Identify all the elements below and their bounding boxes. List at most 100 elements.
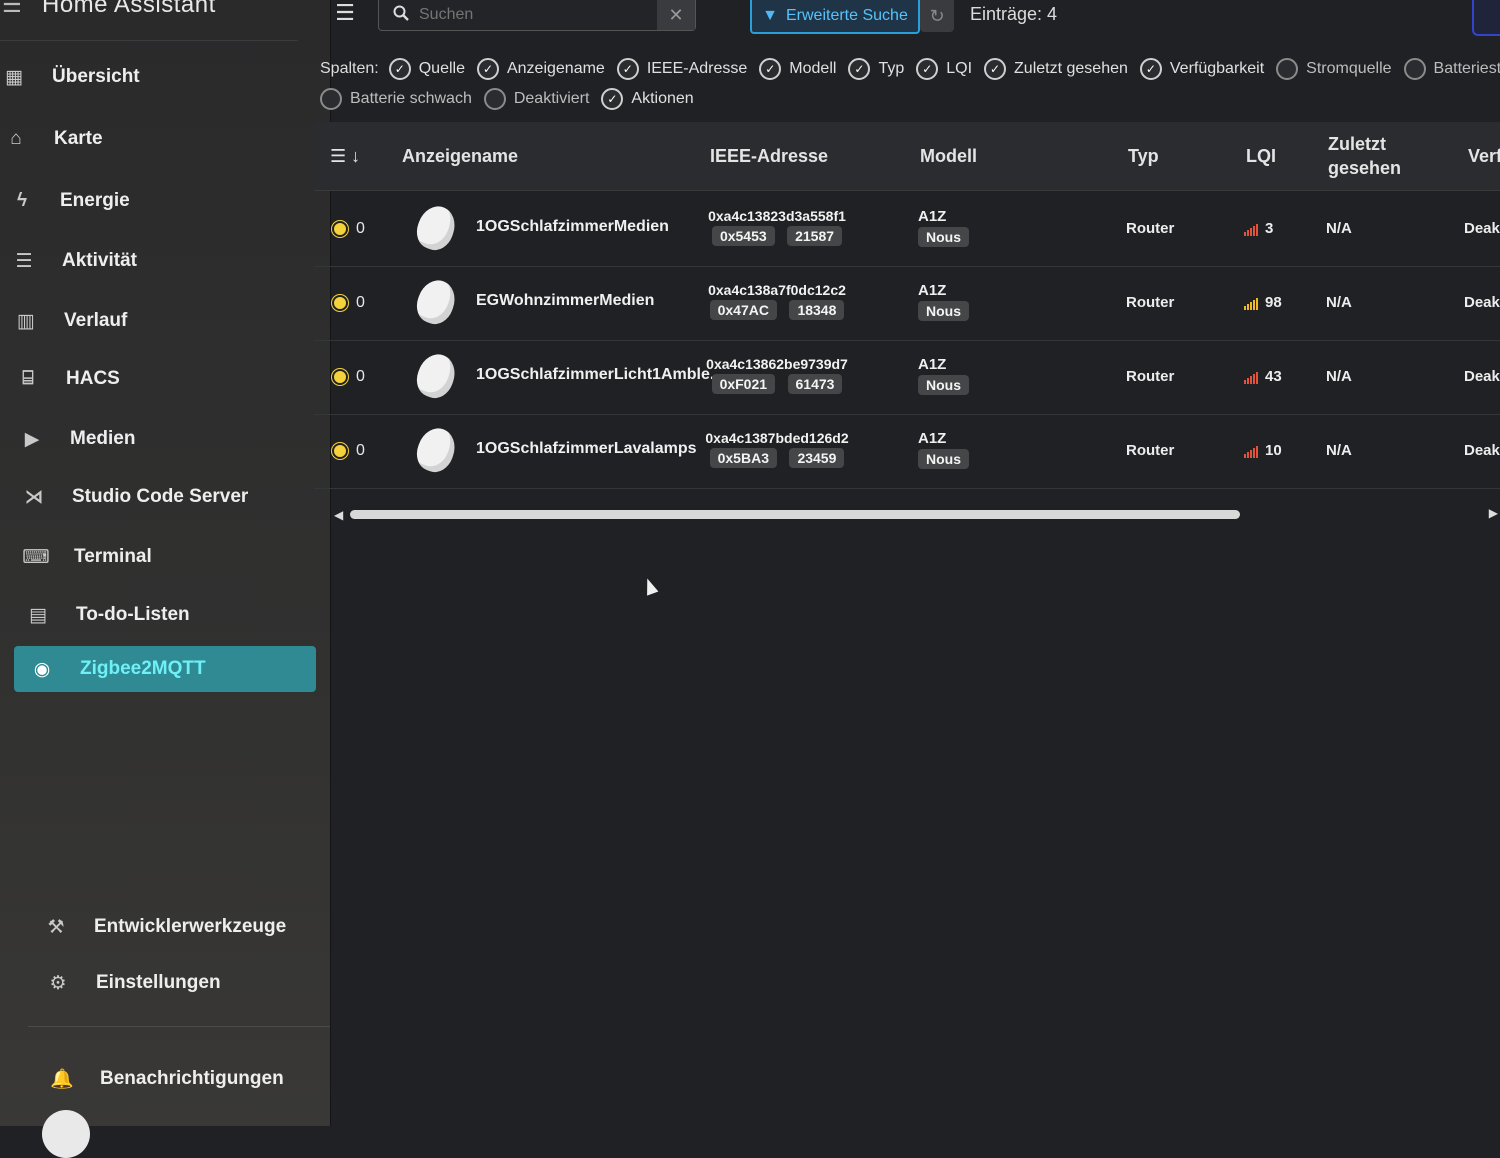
checked-icon[interactable]: ✓	[1139, 58, 1162, 80]
horizontal-scrollbar[interactable]: ◀ ▶	[334, 506, 1500, 526]
column-filter-row: Batterie schwach Deaktiviert ✓ Aktionen	[320, 88, 706, 110]
model-name[interactable]: A1Z	[918, 430, 946, 447]
checked-icon[interactable]: ✓	[476, 58, 499, 80]
column-option[interactable]: Stromquelle	[1276, 58, 1392, 80]
ieee-address: 0xa4c13862be9739d7	[706, 356, 848, 372]
menu-icon[interactable]: ☰	[2, 0, 22, 18]
unchecked-icon[interactable]	[483, 88, 506, 110]
scrollbar-thumb[interactable]	[350, 510, 1240, 519]
checked-icon[interactable]: ✓	[616, 58, 639, 80]
device-name-cell[interactable]: 1OGSchlafzimmerLavalamps	[476, 440, 697, 458]
device-name[interactable]: 1OGSchlafzimmerLicht1Amble...	[476, 366, 723, 384]
sidebar-item-benachrichtigungen[interactable]: 🔔 Benachrichtigungen	[48, 1056, 284, 1102]
header-lqi[interactable]: LQI	[1246, 122, 1276, 190]
signal-bar	[1244, 305, 1246, 310]
device-name-cell[interactable]: 1OGSchlafzimmerLicht1Amble...	[476, 366, 723, 384]
model-name[interactable]: A1Z	[918, 356, 946, 373]
clear-search-icon[interactable]: ✕	[657, 0, 695, 30]
column-option[interactable]: ✓ Aktionen	[601, 88, 694, 110]
device-name-cell[interactable]: 1OGSchlafzimmerMedien	[476, 218, 696, 236]
column-option[interactable]: Batterie schwach	[320, 88, 472, 110]
sidebar-item-terminal[interactable]: ⌨ Terminal	[22, 534, 152, 580]
table-row[interactable]: 0 1OGSchlafzimmerLicht1Amble... 0xa4c138…	[314, 340, 1500, 415]
model-name[interactable]: A1Z	[918, 282, 946, 299]
sidebar-item-label: HACS	[66, 368, 120, 389]
checked-icon[interactable]: ✓	[984, 58, 1007, 80]
last-seen-value: N/A	[1326, 294, 1352, 311]
reset-filter-icon[interactable]: ↻	[920, 0, 954, 32]
checked-icon[interactable]: ✓	[388, 58, 411, 80]
checked-icon[interactable]: ✓	[848, 58, 871, 80]
table-row[interactable]: 0 1OGSchlafzimmerLavalamps 0xa4c1387bded…	[314, 414, 1500, 489]
sidebar: ☰ Home Assistant ▦ Übersicht ⌂ Karte ϟ Energi…	[0, 0, 331, 1158]
sidebar-item-verlauf[interactable]: ▥ Verlauf	[12, 298, 127, 344]
availability-value: Deakt	[1464, 294, 1500, 311]
column-option[interactable]: Deaktiviert	[483, 88, 589, 110]
type-cell: Router	[1126, 220, 1174, 237]
header-name[interactable]: Anzeigename	[402, 122, 518, 190]
table-row[interactable]: 0 1OGSchlafzimmerMedien 0xa4c13823d3a558…	[314, 192, 1500, 267]
sidebar-item-studio-code-server[interactable]: ⋊ Studio Code Server	[20, 474, 249, 520]
signal-icon	[1244, 444, 1259, 458]
sidebar-item-label: Karte	[54, 128, 103, 149]
device-name[interactable]: 1OGSchlafzimmerLavalamps	[476, 440, 697, 458]
column-option[interactable]: ✓ Modell	[759, 58, 836, 80]
device-name-cell[interactable]: EGWohnzimmerMedien	[476, 292, 696, 310]
sidebar-item-medien[interactable]: ▶ Medien	[18, 416, 136, 462]
device-type: Router	[1126, 220, 1175, 237]
column-option[interactable]: ✓ LQI	[916, 58, 972, 80]
sidebar-item-label: Übersicht	[52, 66, 140, 87]
entries-count: Einträge: 4	[970, 4, 1058, 24]
sidebar-item-einstellungen[interactable]: ⚙ Einstellungen	[44, 960, 220, 1006]
header-last-seen-line1: Zuletzt	[1328, 134, 1386, 154]
sidebar-item-entwicklerwerkzeuge[interactable]: ⚒ Entwicklerwerkzeuge	[42, 904, 286, 950]
column-menu-icon[interactable]: ☰	[330, 0, 360, 26]
sidebar-item-zigbee2mqtt[interactable]: ◉ Zigbee2MQTT	[14, 646, 316, 692]
scroll-right-icon[interactable]: ▶	[1489, 506, 1498, 520]
unchecked-icon[interactable]	[320, 88, 342, 110]
header-type[interactable]: Typ	[1128, 122, 1159, 190]
column-option[interactable]: ✓ Quelle	[388, 58, 465, 80]
column-option[interactable]: ✓ Zuletzt gesehen	[984, 58, 1128, 80]
clipboard-list-icon: ▤	[29, 604, 47, 626]
sidebar-item-hacs[interactable]: ⌸ HACS	[14, 356, 120, 402]
device-name[interactable]: 1OGSchlafzimmerMedien	[476, 218, 669, 236]
checked-icon[interactable]: ✓	[601, 88, 624, 110]
lqi-cell: 43	[1244, 368, 1282, 385]
scroll-left-icon[interactable]: ◀	[334, 508, 343, 522]
sidebar-item-label: Entwicklerwerkzeuge	[94, 916, 287, 937]
column-option[interactable]: ✓ IEEE-Adresse	[616, 58, 747, 80]
device-type: Router	[1126, 294, 1175, 311]
avatar[interactable]	[42, 1110, 90, 1158]
checked-icon[interactable]: ✓	[916, 58, 939, 80]
checked-icon[interactable]: ✓	[759, 58, 782, 80]
sidebar-item-energie[interactable]: ϟ Energie	[8, 178, 130, 224]
header-model[interactable]: Modell	[920, 122, 977, 190]
column-option[interactable]: ✓ Anzeigename	[476, 58, 605, 80]
table-row[interactable]: 0 EGWohnzimmerMedien 0xa4c138a7f0dc12c2 …	[314, 266, 1500, 341]
network-address-hex: 0x5453	[711, 226, 775, 246]
column-option[interactable]: ✓ Verfügbarkeit	[1139, 58, 1264, 80]
sidebar-item-aktivität[interactable]: ☰ Aktivität	[10, 238, 137, 284]
sidebar-item-übersicht[interactable]: ▦ Übersicht	[0, 54, 140, 100]
sort-icon[interactable]: ☰ ↓	[330, 122, 360, 190]
search-input[interactable]	[417, 5, 661, 25]
signal-bar	[1253, 225, 1255, 236]
column-option[interactable]: Batteriestand	[1403, 58, 1500, 80]
column-option[interactable]: ✓ Typ	[848, 58, 904, 80]
header-last-seen[interactable]: Zuletzt gesehen	[1328, 122, 1401, 190]
device-name[interactable]: EGWohnzimmerMedien	[476, 292, 654, 310]
sidebar-item-karte[interactable]: ⌂ Karte	[2, 116, 103, 162]
header-availability[interactable]: Verf	[1468, 122, 1500, 190]
map-icon: ⌂	[10, 128, 22, 149]
model-name[interactable]: A1Z	[918, 208, 946, 225]
corner-button[interactable]	[1472, 0, 1500, 36]
advanced-search-button[interactable]: ▼ Erweiterte Suche	[750, 0, 920, 34]
device-image	[411, 275, 461, 329]
sidebar-item-label: Aktivität	[62, 250, 137, 271]
unchecked-icon[interactable]	[1403, 58, 1426, 80]
unchecked-icon[interactable]	[1276, 58, 1299, 80]
header-ieee[interactable]: IEEE-Adresse	[710, 122, 828, 190]
sidebar-item-to-do-listen[interactable]: ▤ To-do-Listen	[24, 592, 190, 638]
status-cell: 0	[332, 368, 365, 386]
